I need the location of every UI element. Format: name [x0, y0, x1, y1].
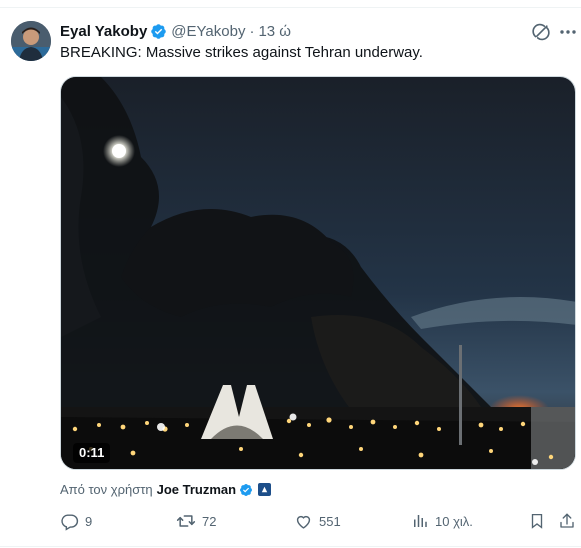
share-icon[interactable] [556, 510, 578, 532]
verified-icon [239, 483, 253, 497]
separator-dot: · [249, 22, 255, 40]
video-duration: 0:11 [73, 443, 111, 463]
repost-count: 72 [202, 513, 217, 529]
avatar[interactable] [11, 21, 51, 61]
video-attribution: Από τον χρήστη Joe Truzman [60, 482, 272, 497]
tweet-text: BREAKING: Massive strikes against Tehran… [60, 44, 423, 61]
tweet-actions: 9 72 551 10 χιλ. [0, 510, 581, 532]
attribution-prefix: Από τον χρήστη [60, 482, 153, 497]
reply-icon [61, 513, 79, 531]
more-icon[interactable] [558, 22, 578, 42]
author-handle[interactable]: @EYakoby [171, 23, 245, 40]
bottom-divider [0, 546, 581, 547]
tweet-header: Eyal Yakoby @EYakoby · 13 ώ [60, 21, 291, 41]
repost-button[interactable]: 72 [176, 510, 216, 532]
views-button[interactable]: 10 χιλ. [411, 510, 473, 532]
reply-button[interactable]: 9 [60, 510, 92, 532]
grok-icon[interactable] [531, 22, 551, 42]
like-button[interactable]: 551 [294, 510, 341, 532]
attribution-user[interactable]: Joe Truzman [157, 482, 236, 497]
views-icon [414, 515, 427, 527]
video-frame [61, 77, 575, 469]
like-icon [296, 515, 311, 529]
author-name[interactable]: Eyal Yakoby [60, 23, 147, 40]
reply-count: 9 [85, 513, 93, 529]
verified-icon [150, 23, 167, 40]
like-count: 551 [319, 513, 341, 529]
repost-icon [176, 515, 196, 527]
tweet-video[interactable]: 0:11 [60, 76, 576, 470]
bookmark-icon[interactable] [526, 510, 548, 532]
affiliate-badge-icon [258, 483, 272, 496]
tweet-time[interactable]: 13 ώ [258, 23, 291, 40]
top-divider [0, 7, 581, 8]
views-count: 10 χιλ. [435, 513, 473, 529]
